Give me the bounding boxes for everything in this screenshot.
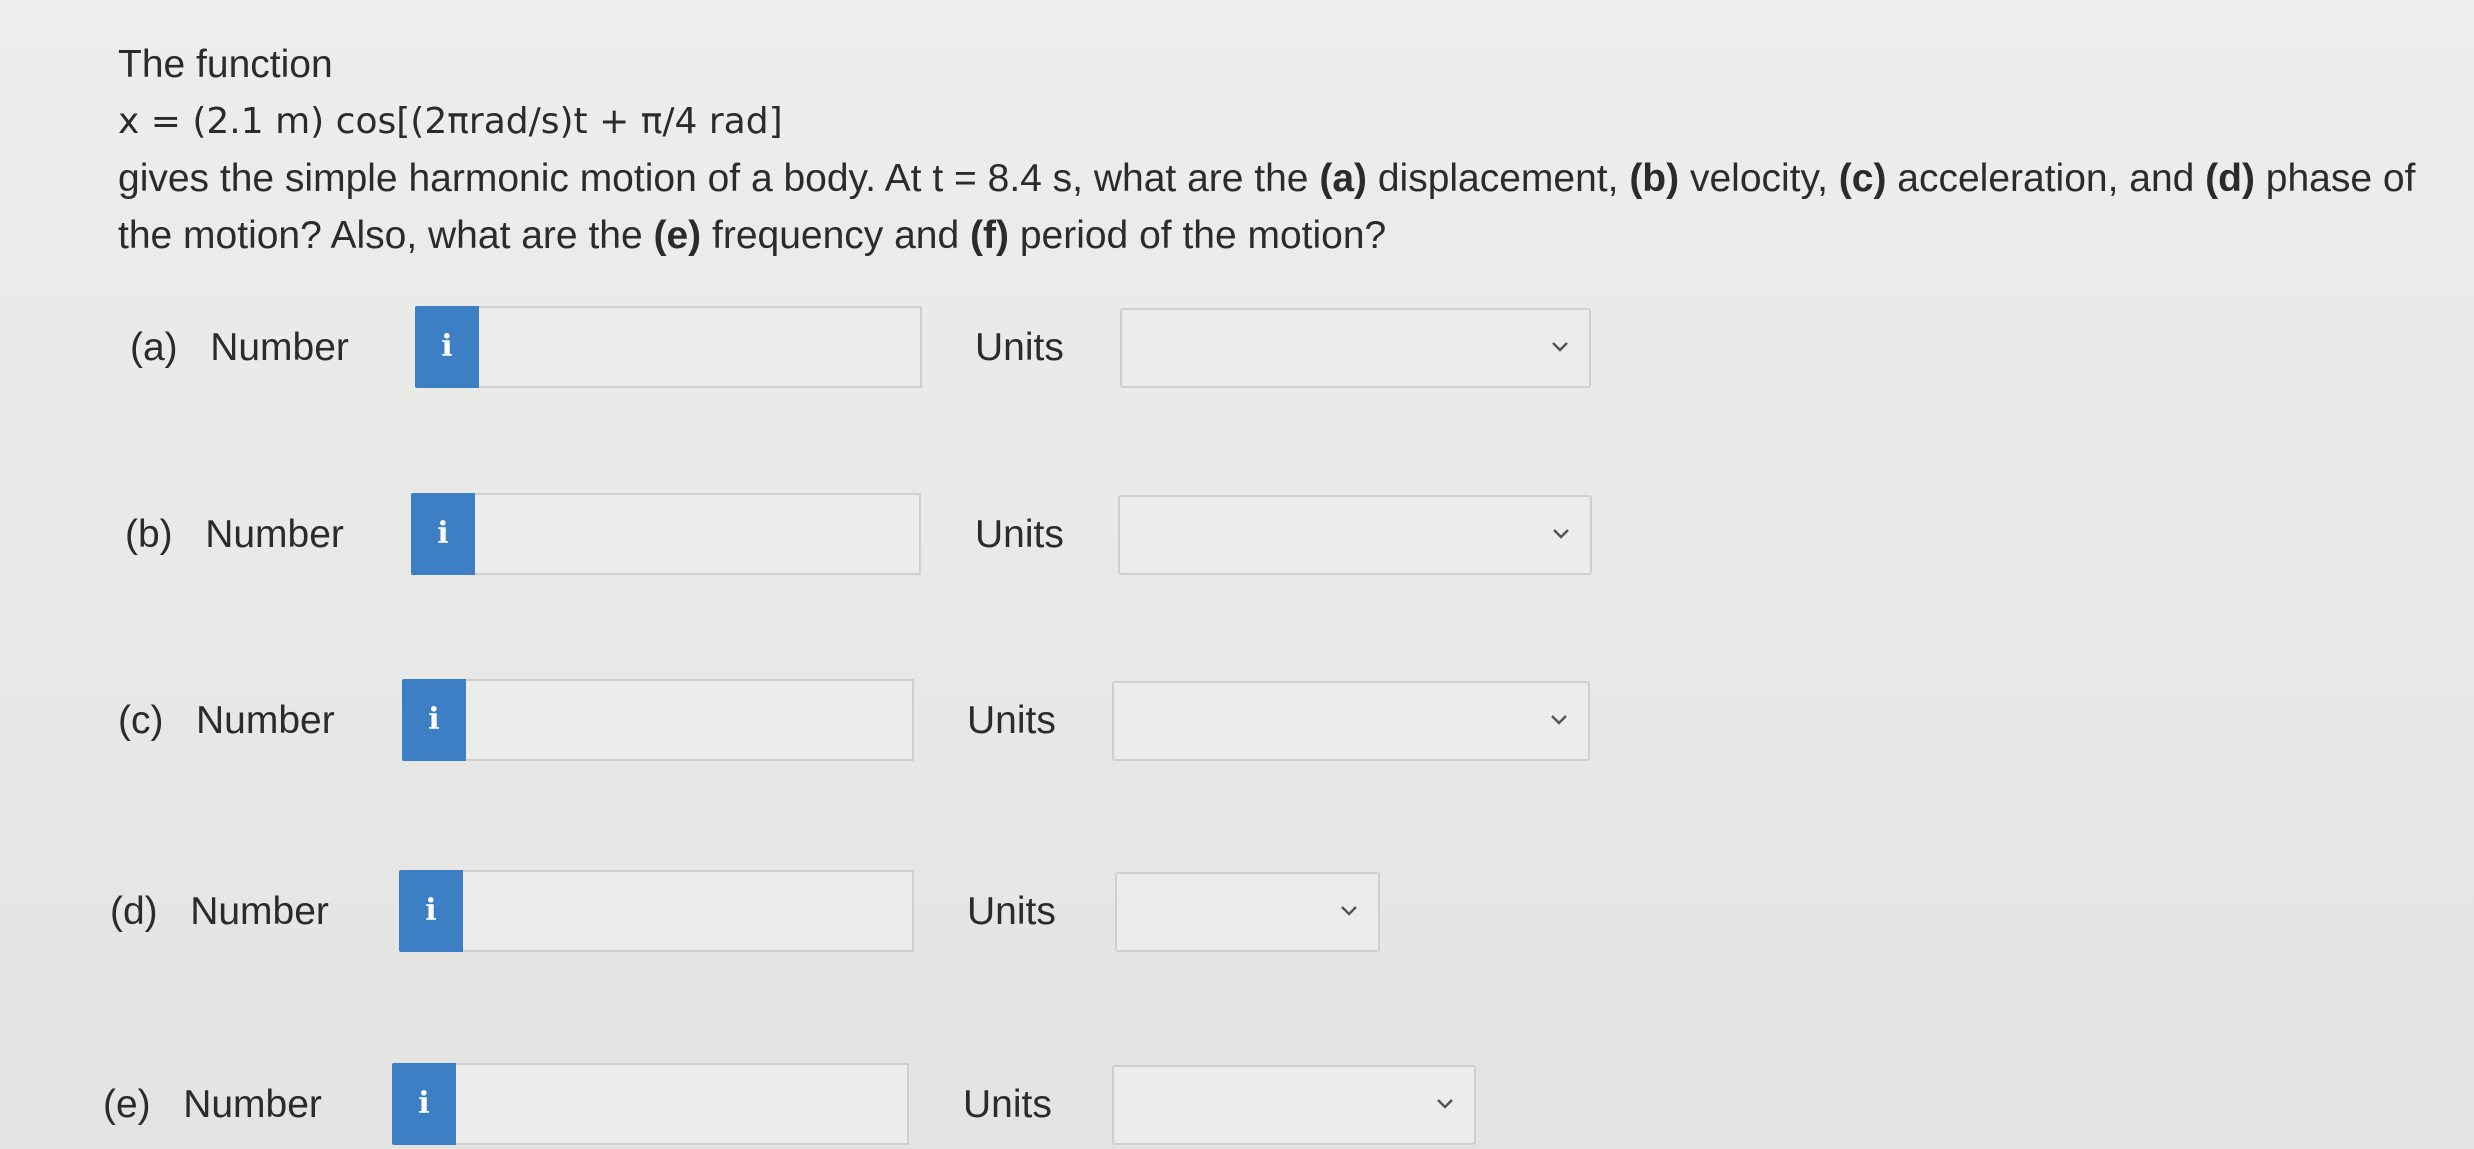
number-input-b[interactable] — [475, 493, 921, 575]
part-label: (d) Number — [110, 890, 329, 933]
chevron-down-icon — [1341, 906, 1357, 916]
info-icon[interactable]: i — [399, 870, 463, 952]
number-input-d[interactable] — [463, 870, 914, 952]
question-body-text: acceleration, and — [1886, 157, 2206, 200]
part-label: (c) Number — [118, 699, 335, 742]
question-body-text: frequency and — [701, 214, 971, 257]
info-icon[interactable]: i — [411, 493, 475, 575]
number-input-a[interactable] — [479, 306, 922, 388]
info-icon[interactable]: i — [392, 1063, 456, 1145]
units-label: Units — [967, 890, 1056, 933]
answer-row-e: (e) Number i Units — [0, 1063, 2474, 1147]
units-select-b[interactable] — [1118, 495, 1592, 575]
units-select-d[interactable] — [1115, 872, 1380, 952]
answer-row-a: (a) Number i Units — [0, 306, 2474, 390]
question-body: gives the simple harmonic motion of a bo… — [118, 150, 2448, 264]
answer-row-d: (d) Number i Units — [0, 870, 2474, 954]
part-f-ref: (f) — [970, 214, 1009, 257]
units-select-a[interactable] — [1120, 308, 1591, 388]
units-label: Units — [967, 699, 1056, 742]
units-label: Units — [975, 326, 1064, 369]
question-body-text: displacement, — [1367, 157, 1630, 200]
chevron-down-icon — [1552, 342, 1568, 352]
part-d-ref: (d) — [2205, 157, 2255, 200]
question-body-text: velocity, — [1679, 157, 1839, 200]
units-select-e[interactable] — [1112, 1065, 1476, 1145]
question-body-text: period of the motion? — [1009, 214, 1387, 257]
part-label: (a) Number — [130, 326, 349, 369]
units-label: Units — [963, 1083, 1052, 1126]
question-intro: The function — [118, 43, 333, 86]
number-input-c[interactable] — [466, 679, 914, 761]
part-e-ref: (e) — [653, 214, 702, 257]
info-icon[interactable]: i — [402, 679, 466, 761]
part-b-ref: (b) — [1629, 157, 1680, 200]
chevron-down-icon — [1553, 529, 1569, 539]
info-icon[interactable]: i — [415, 306, 479, 388]
chevron-down-icon — [1551, 715, 1567, 725]
question-body-text: gives the simple harmonic motion of a bo… — [118, 157, 1320, 200]
chevron-down-icon — [1437, 1099, 1453, 1109]
number-input-e[interactable] — [456, 1063, 909, 1145]
answer-row-b: (b) Number i Units — [0, 493, 2474, 577]
part-label: (e) Number — [103, 1083, 322, 1126]
part-a-ref: (a) — [1319, 157, 1367, 200]
units-label: Units — [975, 513, 1064, 556]
question-text: The function x = (2.1 m) cos[(2πrad/s)t … — [118, 36, 2448, 264]
part-label: (b) Number — [125, 513, 344, 556]
part-c-ref: (c) — [1838, 157, 1887, 200]
units-select-c[interactable] — [1112, 681, 1590, 761]
answer-row-c: (c) Number i Units — [0, 679, 2474, 763]
question-equation: x = (2.1 m) cos[(2πrad/s)t + π/4 rad] — [118, 101, 783, 142]
